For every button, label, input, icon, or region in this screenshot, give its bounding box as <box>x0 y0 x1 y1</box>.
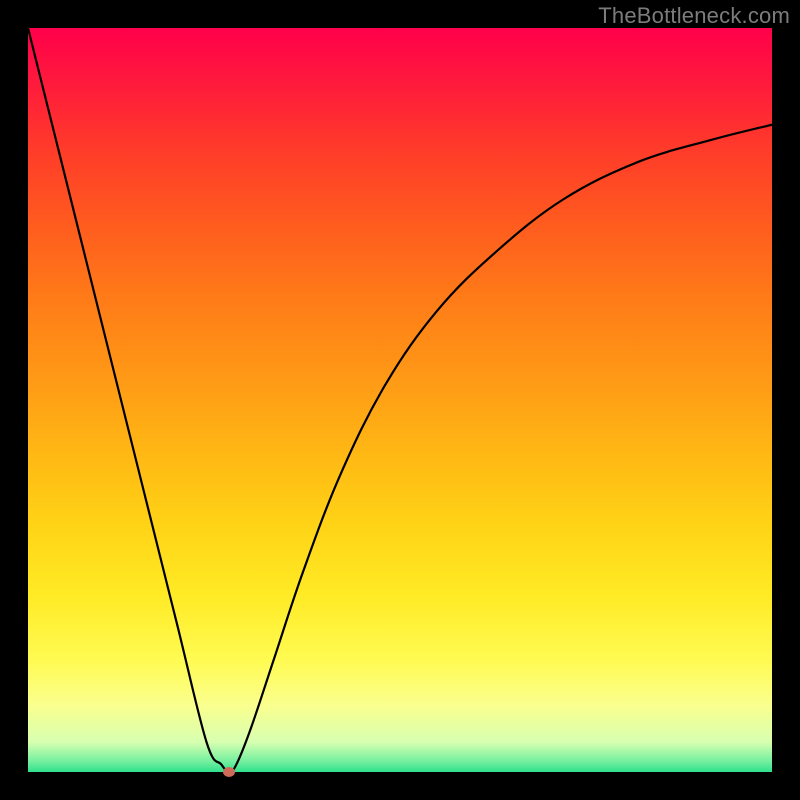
plot-area <box>28 28 772 772</box>
curve-svg <box>28 28 772 772</box>
chart-container: TheBottleneck.com <box>0 0 800 800</box>
curve-path <box>28 28 772 772</box>
watermark-text: TheBottleneck.com <box>598 3 790 29</box>
optimum-marker <box>223 767 235 777</box>
